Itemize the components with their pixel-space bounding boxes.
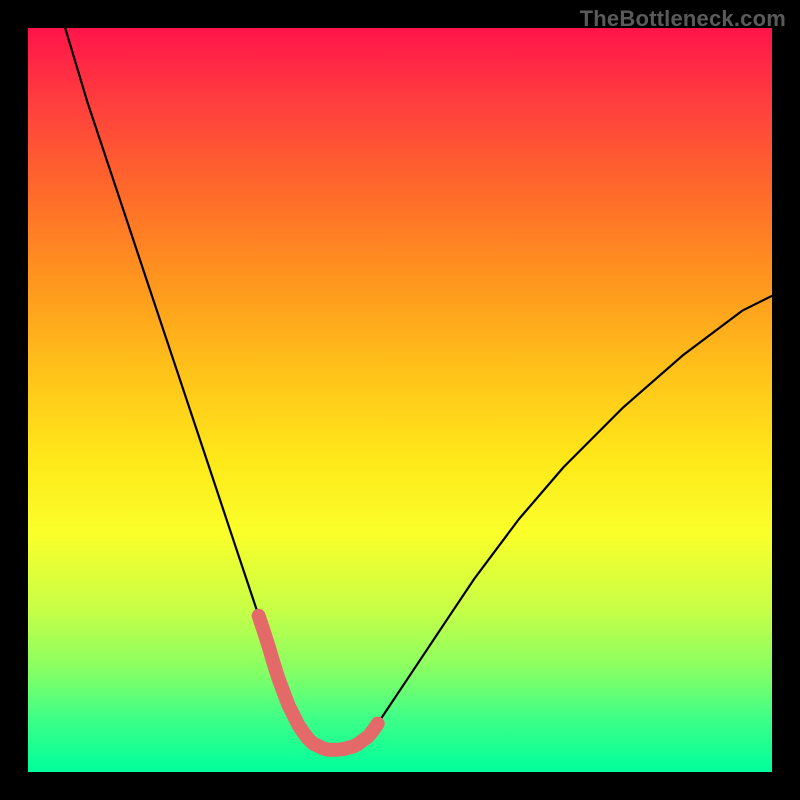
watermark: TheBottleneck.com [580, 6, 786, 32]
chart-container: TheBottleneck.com [0, 0, 800, 800]
bottleneck-curve [65, 28, 772, 750]
chart-svg [28, 28, 772, 772]
plot-area [28, 28, 772, 772]
bottleneck-curve-highlight [259, 616, 378, 750]
